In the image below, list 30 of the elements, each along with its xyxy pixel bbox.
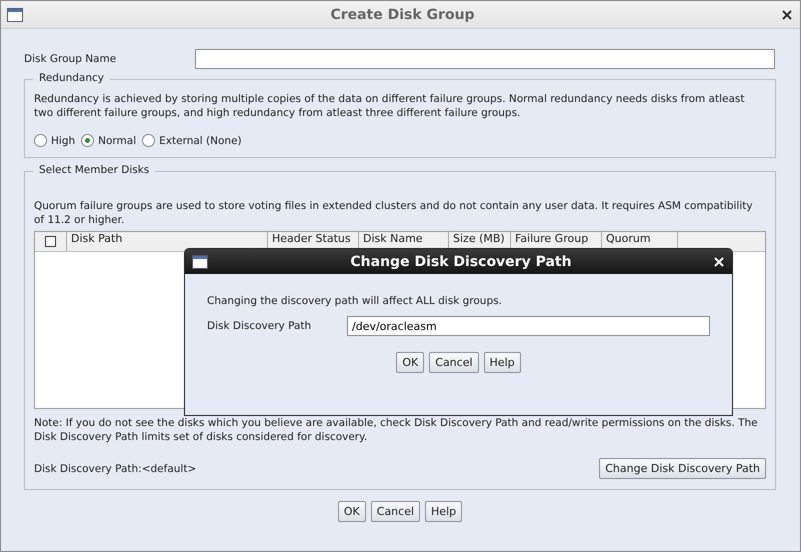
discovery-path-field[interactable]: /dev/oracleasm — [347, 316, 710, 336]
dialog-button[interactable]: Cancel — [370, 501, 420, 522]
radio-button[interactable] — [142, 134, 156, 147]
checkbox[interactable] — [45, 236, 56, 247]
dialog-button[interactable]: Help — [425, 501, 462, 522]
field-label: Disk Group Name — [24, 53, 118, 65]
radio-label[interactable]: Normal — [98, 134, 136, 146]
dialog-button[interactable]: Help — [484, 352, 521, 373]
window-title: Create Disk Group — [329, 6, 476, 22]
dialog-button[interactable]: OK — [396, 352, 424, 373]
dialog-title: Change Disk Discovery Path — [349, 254, 573, 270]
note-text: Note: If you do not see the disks which you believe are available, check Disk Discovery Path and read/write permissions on the disks. The Disk Discovery Path limits set of disks considered for discovery. — [34, 416, 759, 444]
window-icon — [192, 254, 208, 268]
radio-label[interactable]: High — [51, 134, 76, 146]
panel-title: Redundancy — [33, 72, 110, 84]
message-text: Changing the discovery path will affect ALL disk groups. — [207, 295, 503, 307]
field-label: Disk Discovery Path — [207, 320, 312, 332]
change-path-button[interactable]: Change Disk Discovery Path — [599, 458, 766, 479]
radio-button[interactable] — [81, 134, 94, 147]
close-icon[interactable] — [782, 10, 792, 20]
description-text: Redundancy is achieved by storing multiple copies of the data on different failure groups. Normal redundancy needs disks from atleast two different failure groups, and high redundancy from atleast three different failure groups. — [34, 92, 746, 120]
panel-title: Select Member Disks — [33, 164, 156, 176]
discovery-path-text: Disk Discovery Path:<default> — [34, 462, 196, 474]
radio-label[interactable]: External (None) — [159, 134, 242, 146]
disk-group-name-field[interactable] — [195, 49, 775, 69]
dialog-button[interactable]: Cancel — [429, 352, 479, 373]
window-icon — [7, 8, 23, 22]
dialog-button[interactable]: OK — [338, 501, 366, 522]
radio-button[interactable] — [34, 134, 47, 147]
description-text: Quorum failure groups are used to store voting files in extended clusters and do not contain any user data. It requires ASM compatibility of 11.2 or higher. — [34, 199, 754, 227]
